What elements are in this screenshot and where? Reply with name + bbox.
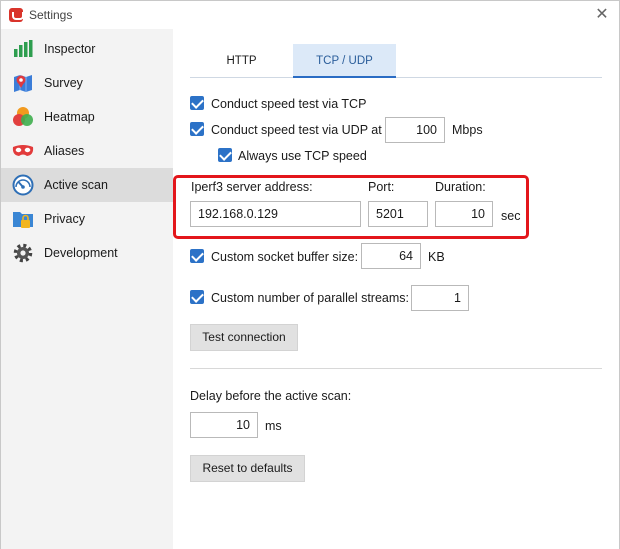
delay-input[interactable]: 10 bbox=[190, 412, 258, 438]
settings-panel: HTTP TCP / UDP Conduct speed test via TC… bbox=[173, 29, 619, 549]
parallel-streams-input[interactable]: 1 bbox=[411, 285, 469, 311]
section-divider bbox=[190, 368, 602, 369]
udp-unit-label: Mbps bbox=[452, 123, 483, 137]
sidebar-item-development[interactable]: Development bbox=[1, 236, 173, 270]
tcp-label: Conduct speed test via TCP bbox=[211, 97, 367, 111]
tab-bar: HTTP TCP / UDP bbox=[190, 44, 602, 78]
udp-checkbox[interactable] bbox=[190, 122, 204, 136]
sidebar-item-active-scan[interactable]: Active scan bbox=[1, 168, 173, 202]
test-connection-button[interactable]: Test connection bbox=[190, 324, 298, 351]
delay-label: Delay before the active scan: bbox=[190, 389, 352, 403]
lock-folder-icon bbox=[13, 212, 33, 228]
parallel-streams-checkbox[interactable] bbox=[190, 290, 204, 304]
port-label: Port: bbox=[368, 180, 395, 194]
port-input[interactable]: 5201 bbox=[368, 201, 428, 227]
udp-bandwidth-input[interactable]: 100 bbox=[385, 117, 445, 143]
parallel-streams-label: Custom number of parallel streams: bbox=[211, 291, 409, 305]
sidebar-item-label: Aliases bbox=[44, 144, 85, 158]
tcp-checkbox[interactable] bbox=[190, 96, 204, 110]
server-address-input[interactable]: 192.168.0.129 bbox=[190, 201, 361, 227]
mask-icon bbox=[12, 145, 34, 156]
duration-label: Duration: bbox=[435, 180, 486, 194]
sidebar-item-label: Heatmap bbox=[44, 110, 95, 124]
sidebar-item-heatmap[interactable]: Heatmap bbox=[1, 100, 173, 134]
sidebar-item-aliases[interactable]: Aliases bbox=[1, 134, 173, 168]
buffer-unit-label: KB bbox=[428, 250, 445, 264]
udp-label: Conduct speed test via UDP at bbox=[211, 123, 382, 137]
buffer-size-input[interactable]: 64 bbox=[361, 243, 421, 269]
sidebar-item-survey[interactable]: Survey bbox=[1, 66, 173, 100]
sidebar-item-label: Survey bbox=[44, 76, 83, 90]
delay-unit-label: ms bbox=[265, 419, 282, 433]
gear-icon bbox=[13, 243, 33, 263]
app-logo-icon bbox=[9, 8, 24, 22]
bar-chart-icon bbox=[14, 40, 33, 57]
always-tcp-checkbox[interactable] bbox=[218, 148, 232, 162]
duration-input[interactable]: 10 bbox=[435, 201, 493, 227]
buffer-size-checkbox[interactable] bbox=[190, 249, 204, 263]
sidebar-item-inspector[interactable]: Inspector bbox=[1, 32, 173, 66]
title-bar: Settings ✕ bbox=[1, 1, 619, 29]
sidebar-item-label: Privacy bbox=[44, 212, 85, 226]
always-tcp-label: Always use TCP speed bbox=[238, 149, 367, 163]
reset-defaults-button[interactable]: Reset to defaults bbox=[190, 455, 305, 482]
buffer-size-label: Custom socket buffer size: bbox=[211, 250, 359, 264]
close-button[interactable]: ✕ bbox=[591, 4, 613, 26]
duration-unit-label: sec bbox=[501, 209, 521, 223]
server-address-label: Iperf3 server address: bbox=[191, 180, 313, 194]
sidebar-item-label: Inspector bbox=[44, 42, 96, 56]
map-pin-icon bbox=[14, 75, 32, 92]
settings-window: Settings ✕ Inspector Survey Heatmap Alia… bbox=[0, 0, 620, 549]
window-title: Settings bbox=[29, 8, 73, 22]
sidebar: Inspector Survey Heatmap Aliases Active … bbox=[1, 29, 173, 549]
sidebar-item-privacy[interactable]: Privacy bbox=[1, 202, 173, 236]
tab-http[interactable]: HTTP bbox=[190, 44, 293, 78]
tab-tcp-udp[interactable]: TCP / UDP bbox=[293, 44, 396, 78]
sidebar-item-label: Active scan bbox=[44, 178, 108, 192]
gauge-icon bbox=[12, 174, 34, 196]
sidebar-item-label: Development bbox=[44, 246, 118, 260]
heatmap-icon bbox=[13, 107, 33, 126]
